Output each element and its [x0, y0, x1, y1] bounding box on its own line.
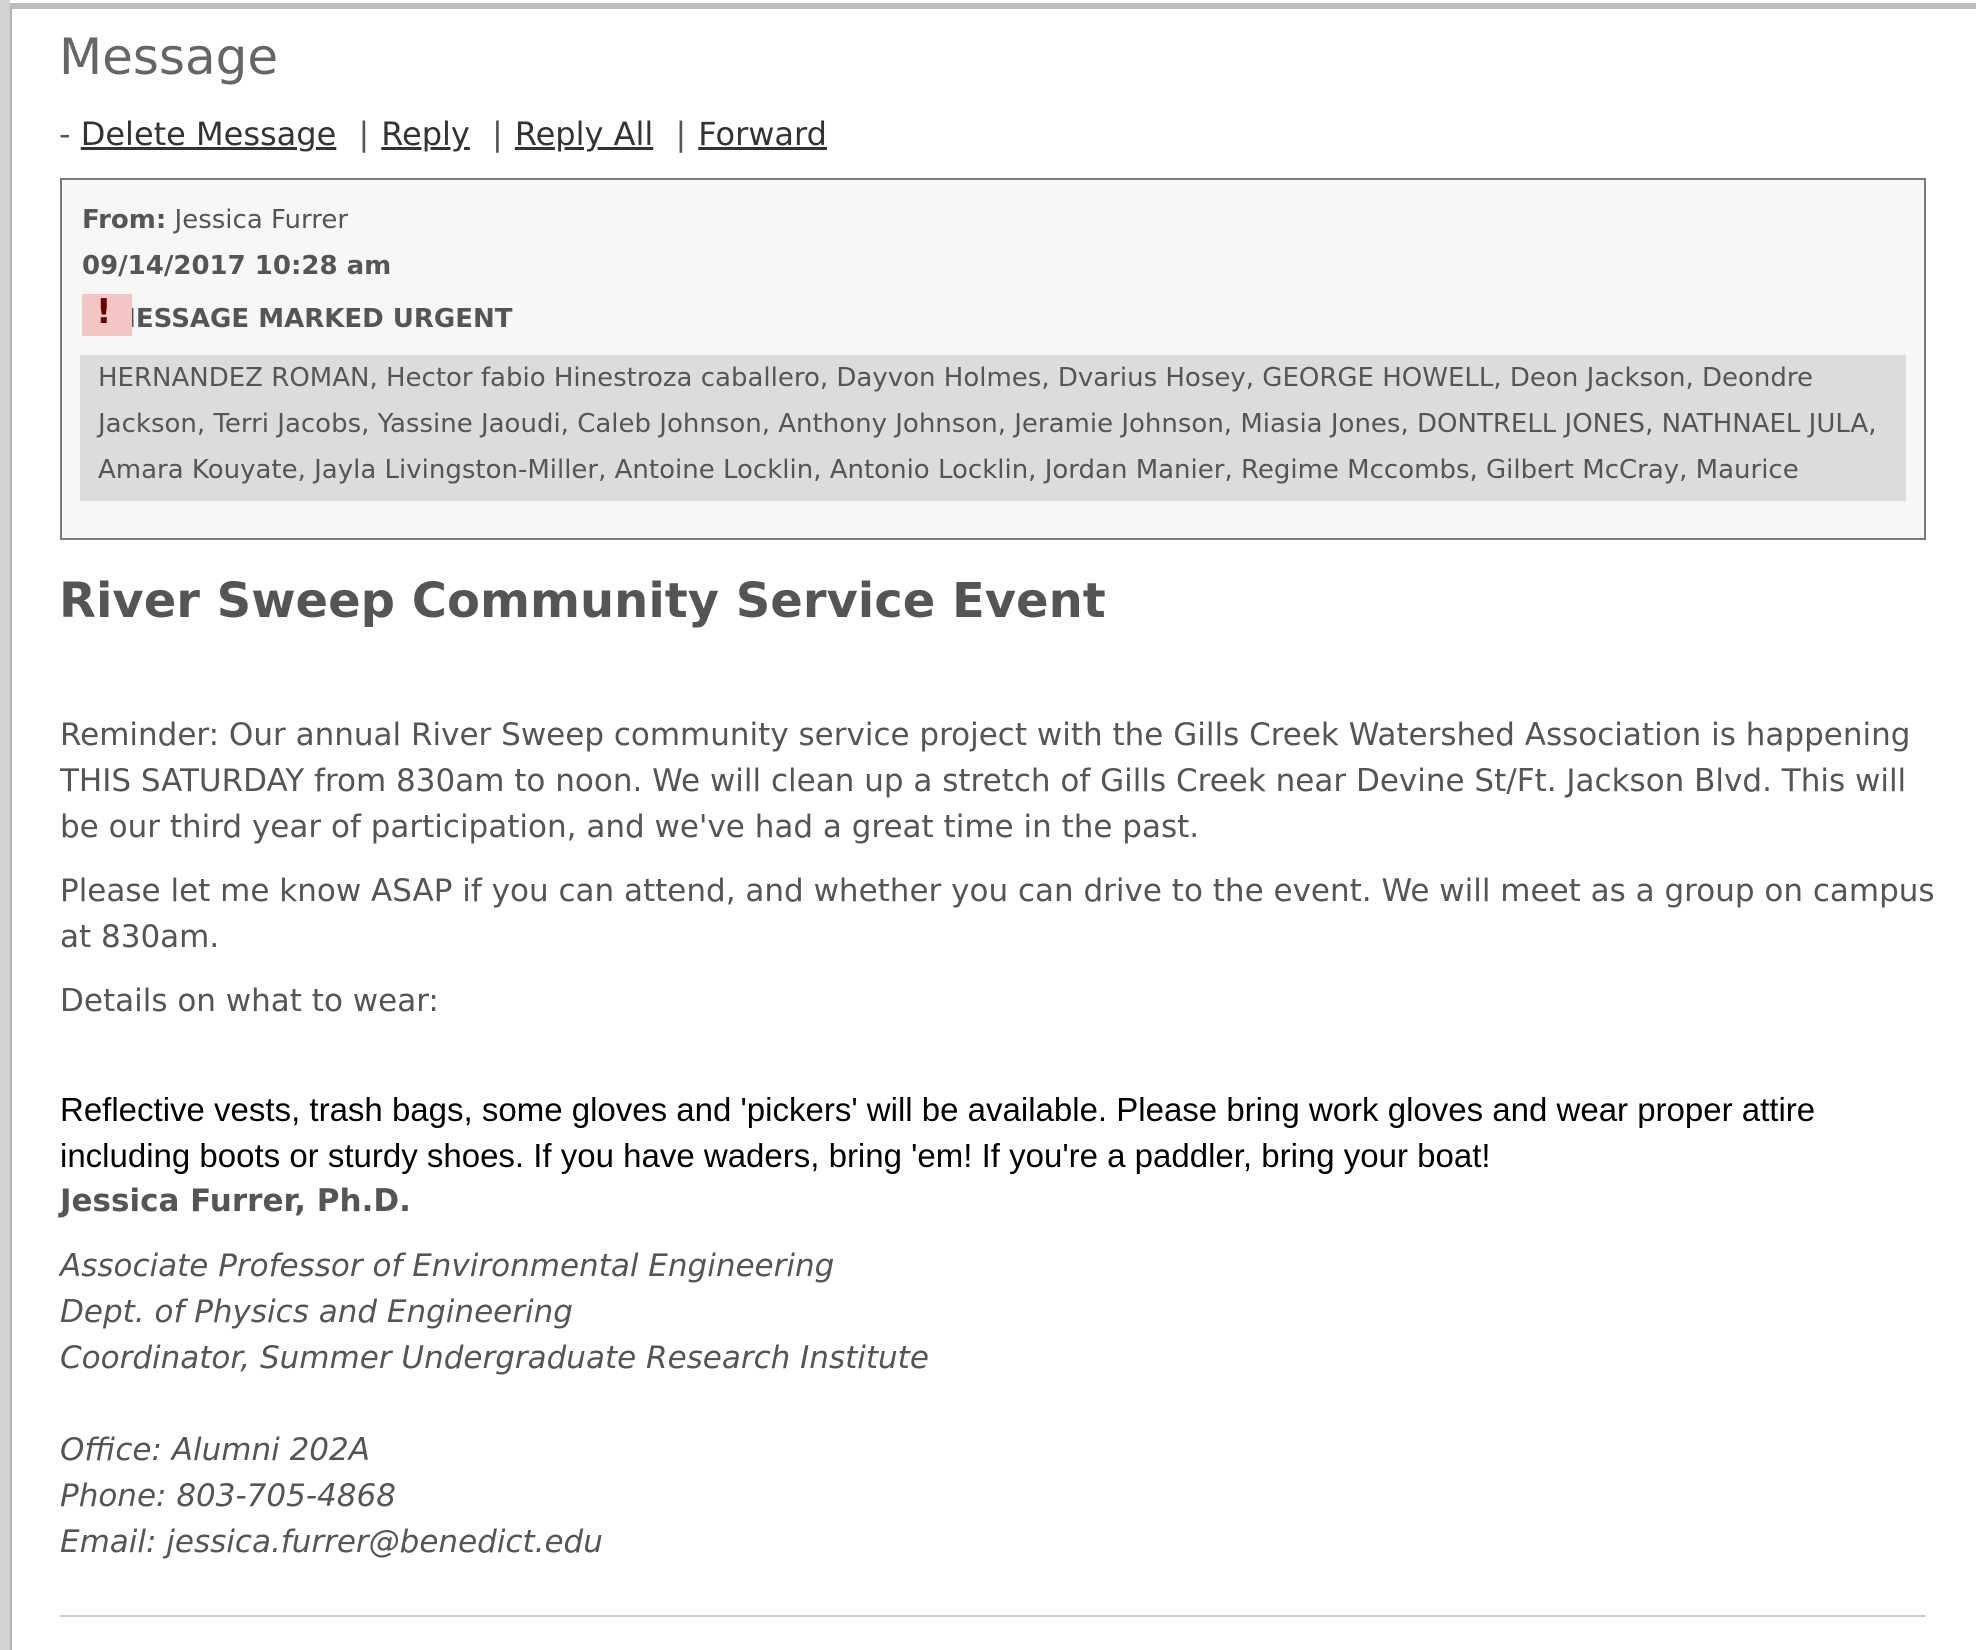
from-value: Jessica Furrer: [174, 205, 349, 235]
from-label: From:: [82, 205, 167, 235]
recipients-text: HERNANDEZ ROMAN, Hector fabio Hinestroza…: [98, 363, 1877, 485]
from-line: From: Jessica Furrer: [82, 202, 348, 238]
signature-name: Jessica Furrer, Ph.D.: [60, 1183, 411, 1219]
urgent-line: ! MESSAGE MARKED URGENT: [82, 294, 512, 337]
reply-link[interactable]: Reply: [381, 115, 470, 153]
body-paragraph-3: Details on what to wear:: [60, 983, 439, 1019]
signature-title-1: Associate Professor of Environmental Eng…: [60, 1248, 835, 1284]
signature-title-2: Dept. of Physics and Engineering: [60, 1294, 573, 1330]
message-datetime: 09/14/2017 10:28 am: [82, 251, 392, 281]
delete-message-link[interactable]: Delete Message: [81, 115, 337, 153]
action-bar-prefix: -: [59, 115, 71, 153]
recipients-list[interactable]: HERNANDEZ ROMAN, Hector fabio Hinestroza…: [80, 355, 1906, 501]
action-separator: |: [492, 115, 503, 153]
body-paragraph-1: Reminder: Our annual River Sweep communi…: [60, 717, 1911, 845]
message-action-bar: - Delete Message | Reply | Reply All | Forw…: [59, 112, 827, 156]
message-subject: River Sweep Community Service Event: [59, 573, 1106, 629]
reply-all-link[interactable]: Reply All: [515, 115, 653, 153]
signature-email: Email: jessica.furrer@benedict.edu: [60, 1524, 603, 1560]
page-title: Message: [59, 28, 279, 86]
urgent-text: MESSAGE MARKED URGENT: [110, 304, 513, 334]
signature-phone: Phone: 803-705-4868: [60, 1478, 396, 1514]
signature-title-3: Coordinator, Summer Undergraduate Resear…: [60, 1340, 929, 1376]
body-paragraph-4: Reflective vests, trash bags, some glove…: [60, 1091, 1816, 1174]
bottom-divider: [60, 1615, 1926, 1617]
signature-titles: Associate Professor of Environmental Eng…: [60, 1243, 929, 1381]
action-separator: |: [358, 115, 370, 153]
forward-link[interactable]: Forward: [698, 115, 827, 153]
body-paragraph-2: Please let me know ASAP if you can atten…: [60, 873, 1935, 955]
signature-office: Office: Alumni 202A: [60, 1432, 370, 1468]
signature-contact: Office: Alumni 202A Phone: 803-705-4868 …: [60, 1427, 603, 1565]
window-left-edge: [0, 0, 10, 1650]
action-separator: |: [675, 115, 687, 153]
urgent-exclamation-icon: !: [82, 294, 132, 336]
message-header: From: Jessica Furrer 09/14/2017 10:28 am…: [60, 178, 1926, 540]
